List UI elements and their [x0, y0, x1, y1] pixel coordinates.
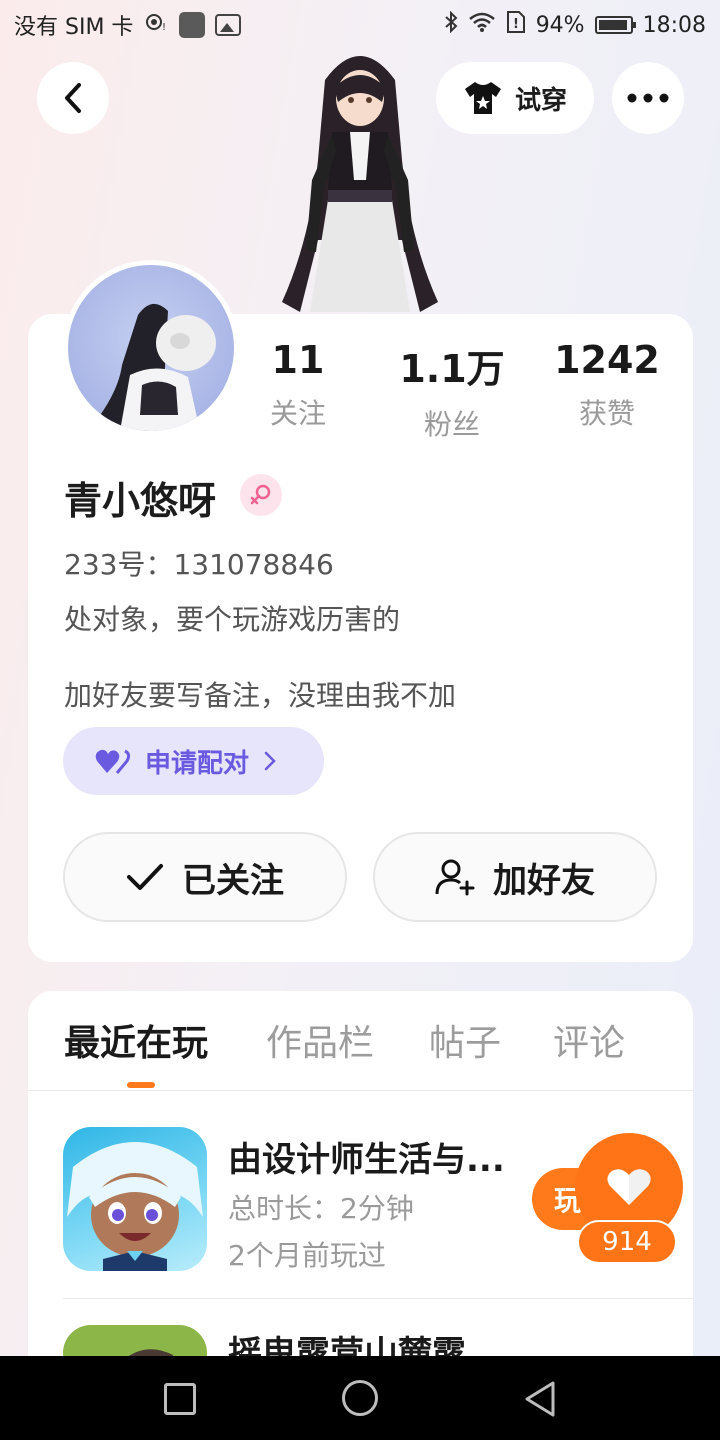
bio-line-1: 处对象，要个玩游戏历害的: [64, 603, 401, 636]
add-friend-icon: [435, 859, 475, 896]
back-nav-icon[interactable]: [523, 1380, 557, 1418]
chevron-left-icon: [65, 83, 81, 113]
game-duration: 总时长：2分钟: [228, 1192, 414, 1225]
battery-icon: [594, 16, 636, 34]
battery-percent: 94%: [535, 12, 585, 38]
more-options-button[interactable]: [612, 62, 684, 134]
shirt-icon: [464, 82, 501, 114]
svg-text:!: !: [162, 22, 166, 33]
carrier-text: 没有 SIM 卡: [14, 15, 134, 40]
stat-followers[interactable]: 1.1万 粉丝: [377, 338, 527, 443]
tab-divider: [28, 1090, 693, 1091]
add-friend-button[interactable]: 加好友: [373, 832, 657, 922]
app-notification-icon: [179, 12, 206, 38]
game-title[interactable]: 由设计师生活与...: [228, 1132, 505, 1181]
profile-name: 青小悠呀: [64, 479, 217, 523]
try-on-button[interactable]: 试穿: [436, 62, 594, 134]
stat-likes[interactable]: 1242 获赞: [532, 338, 682, 432]
followers-count: 1.1万: [399, 347, 505, 391]
user-id: 233号：131078846: [64, 548, 334, 581]
svg-text:!: !: [513, 17, 519, 32]
sim-alert-icon: !: [506, 10, 526, 40]
gallery-notification-icon: [215, 14, 242, 36]
home-button[interactable]: [342, 1380, 378, 1416]
avatar[interactable]: [63, 260, 239, 436]
more-dots-icon: [627, 93, 669, 103]
active-tab-indicator: [127, 1082, 155, 1088]
bio-line-2: 加好友要写备注，没理由我不加: [64, 679, 457, 712]
likes-label: 获赞: [578, 397, 635, 430]
bluetooth-icon: [444, 10, 458, 39]
following-label: 关注: [269, 397, 326, 430]
character-3d-image: [270, 40, 450, 315]
female-gender-icon: [240, 474, 282, 516]
checkmark-icon: [127, 864, 163, 890]
followed-button[interactable]: 已关注: [63, 832, 347, 922]
likes-count: 1242: [554, 338, 660, 382]
game-icon[interactable]: [63, 1127, 207, 1271]
hotspot-icon: !: [143, 11, 169, 39]
recents-button[interactable]: [164, 1383, 196, 1415]
stat-following[interactable]: 11 关注: [223, 338, 373, 432]
add-friend-label: 加好友: [493, 860, 595, 901]
heart-icon: [607, 1169, 651, 1205]
tab-works[interactable]: 作品栏: [266, 1014, 374, 1066]
double-heart-icon: [95, 749, 131, 774]
clock: 18:08: [642, 12, 706, 38]
chevron-right-icon: [264, 751, 276, 771]
followed-label: 已关注: [182, 860, 284, 901]
wifi-icon: [468, 11, 496, 39]
try-on-label: 试穿: [514, 85, 567, 116]
following-count: 11: [271, 338, 325, 382]
tab-bar: 最近在玩 作品栏 帖子 评论: [28, 990, 693, 1090]
tab-recently-played[interactable]: 最近在玩: [64, 1014, 208, 1066]
request-pair-button[interactable]: 申请配对: [63, 727, 324, 795]
tab-posts[interactable]: 帖子: [429, 1014, 501, 1066]
request-pair-label: 申请配对: [145, 748, 250, 779]
row-divider: [63, 1298, 693, 1299]
tab-comments[interactable]: 评论: [553, 1014, 625, 1066]
like-count-badge: 914: [577, 1220, 677, 1264]
followers-label: 粉丝: [423, 408, 480, 441]
back-button[interactable]: [37, 62, 109, 134]
game-last-played: 2个月前玩过: [228, 1239, 386, 1272]
system-navigation-bar: [0, 1356, 720, 1440]
